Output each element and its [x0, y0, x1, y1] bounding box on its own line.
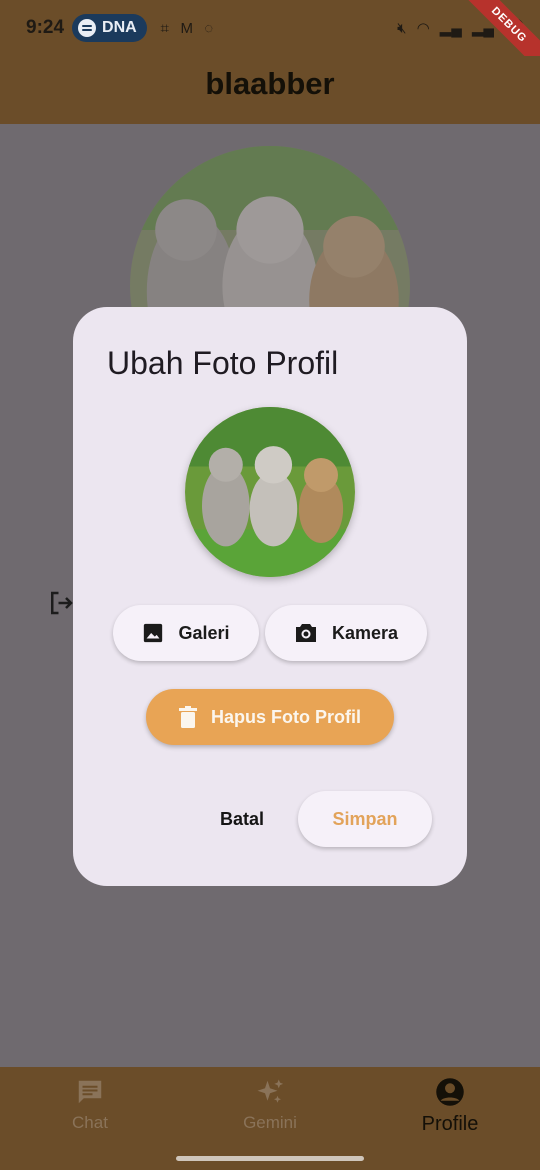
whatsapp-icon: ◌ — [204, 19, 214, 37]
camera-button-label: Kamera — [331, 622, 399, 643]
change-photo-dialog: Ubah Foto Profil Galeri Kamera Hapus Fot… — [73, 307, 467, 886]
trash-icon — [179, 706, 197, 728]
screenshot-icon: ⌗ — [160, 19, 169, 37]
gmail-icon: M — [180, 19, 193, 37]
nav-item-profile[interactable]: Profile — [410, 1077, 490, 1136]
spotify-pill[interactable]: DNA — [72, 14, 147, 42]
spotify-label: DNA — [102, 19, 137, 36]
gallery-button[interactable]: Galeri — [113, 605, 259, 661]
cancel-button[interactable]: Batal — [203, 795, 281, 843]
nav-item-chat[interactable]: Chat — [58, 1077, 122, 1133]
sparkle-icon — [257, 1079, 284, 1103]
app-bar: blaabber — [0, 56, 540, 124]
logout-icon[interactable] — [46, 588, 76, 618]
camera-icon — [295, 624, 316, 642]
kittens-photo-preview — [185, 407, 355, 577]
chat-icon — [78, 1080, 102, 1104]
delete-photo-button-label: Hapus Foto Profil — [211, 706, 361, 727]
delete-photo-button[interactable]: Hapus Foto Profil — [146, 689, 394, 745]
camera-button[interactable]: Kamera — [265, 605, 427, 661]
app-title: blaabber — [205, 66, 335, 101]
nav-item-gemini[interactable]: Gemini — [228, 1077, 312, 1133]
account-circle-icon — [436, 1078, 464, 1106]
profile-photo-preview — [185, 407, 355, 577]
home-indicator[interactable] — [176, 1156, 364, 1161]
dialog-title: Ubah Foto Profil — [107, 345, 339, 381]
image-icon — [144, 623, 163, 643]
status-time: 9:24 — [26, 17, 65, 38]
nav-item-chat-label: Chat — [72, 1113, 108, 1132]
signal-icon: ▂▄ — [439, 20, 462, 37]
status-bar: 9:24 DNA ⌗ M ◌ 🔇︎ ◠ ▂▄ ▂▄ DEBUG — [0, 0, 540, 79]
save-button[interactable]: Simpan — [298, 791, 432, 847]
spotify-icon — [78, 19, 97, 37]
mute-icon: 🔇︎ — [397, 19, 407, 37]
nav-item-gemini-label: Gemini — [243, 1113, 297, 1132]
notification-icons: ⌗ M ◌ — [157, 19, 217, 37]
wifi-icon: ◠ — [416, 20, 430, 37]
nav-item-profile-label: Profile — [421, 1113, 479, 1135]
bottom-navigation: Chat Gemini Profile — [0, 1067, 540, 1170]
gallery-button-label: Galeri — [178, 622, 230, 643]
